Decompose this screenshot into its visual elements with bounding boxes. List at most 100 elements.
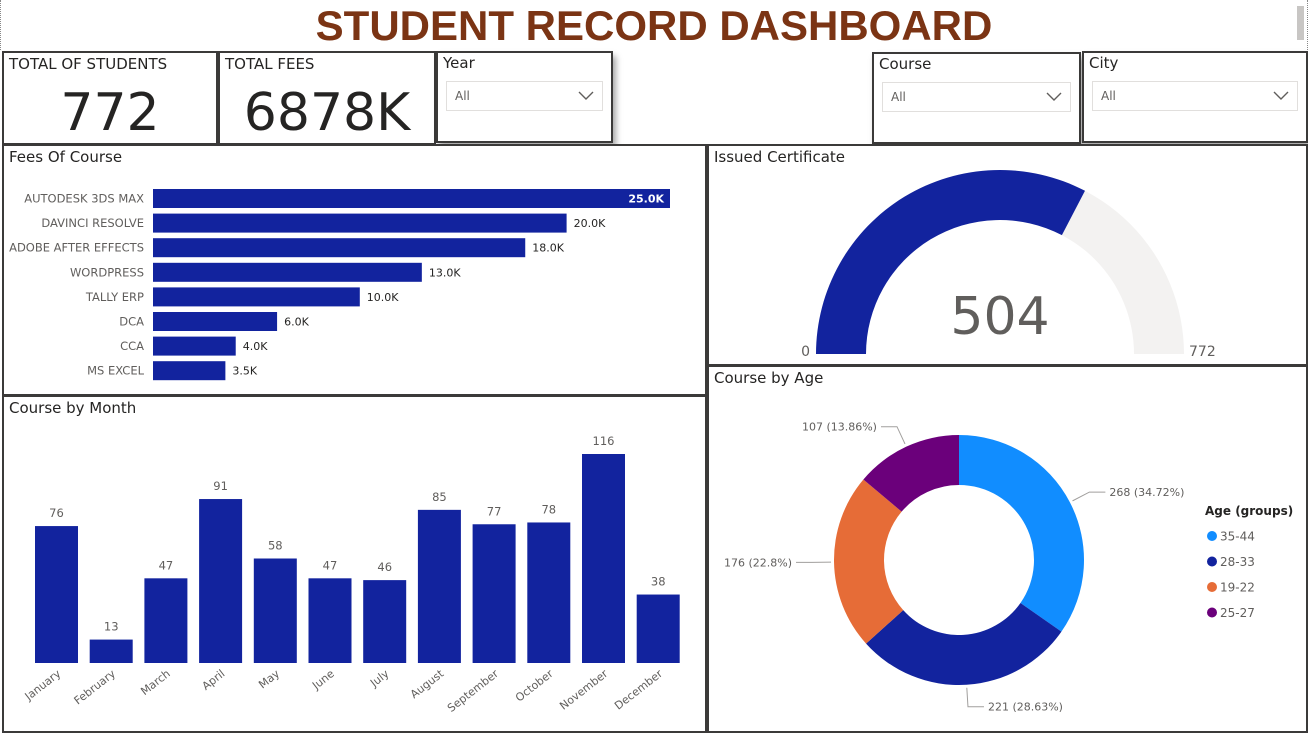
fees-data-label: 20.0K [574, 217, 606, 230]
fees-bar[interactable] [153, 287, 360, 307]
month-bar[interactable] [253, 558, 297, 664]
month-category-label: September [445, 667, 501, 715]
month-category-label: October [513, 667, 556, 705]
fees-bar[interactable] [153, 336, 236, 356]
month-category-label: January [22, 667, 64, 704]
month-data-label: 85 [432, 490, 447, 504]
chevron-down-icon [1046, 92, 1062, 101]
slicer-year-label: Year [443, 54, 475, 72]
month-bar[interactable] [636, 594, 680, 663]
month-data-label: 13 [104, 620, 119, 634]
fees-bar[interactable] [153, 262, 422, 282]
month-data-label: 91 [213, 479, 228, 493]
fees-bar[interactable] [153, 312, 278, 331]
certificate-gauge-card: Issued Certificate 504 0 772 [707, 144, 1308, 366]
fees-data-label: 18.0K [532, 242, 564, 255]
scrollbar[interactable] [1297, 6, 1304, 40]
year-dropdown-value: All [455, 89, 470, 103]
age-legend-item[interactable]: 35-44 [1220, 530, 1255, 544]
age-data-label: 107 (13.86%) [802, 421, 877, 434]
fees-category-label: AUTODESK 3DS MAX [24, 192, 144, 206]
month-data-label: 78 [541, 502, 556, 516]
fees-category-label: MS EXCEL [87, 364, 144, 378]
course-dropdown-value: All [891, 90, 906, 104]
month-data-label: 116 [593, 434, 615, 448]
month-bar[interactable] [35, 526, 78, 663]
age-slice[interactable] [959, 435, 1084, 632]
kpi-students-value: 772 [60, 83, 160, 143]
month-category-label: July [367, 667, 392, 690]
kpi-card-fees: TOTAL FEES 6878K [218, 51, 436, 145]
month-bar[interactable] [199, 499, 243, 663]
month-category-label: June [309, 667, 337, 693]
city-dropdown[interactable]: All [1092, 81, 1298, 111]
chevron-down-icon [578, 91, 594, 100]
month-bar[interactable] [417, 509, 461, 663]
age-legend-marker [1207, 607, 1217, 618]
slicer-city: City All [1082, 51, 1308, 143]
month-bar[interactable] [89, 639, 133, 663]
age-legend-item[interactable]: 25-27 [1220, 606, 1255, 620]
month-data-label: 46 [377, 560, 392, 574]
age-legend-item[interactable]: 19-22 [1220, 581, 1255, 595]
age-legend-marker [1207, 531, 1217, 541]
age-leader-line [966, 687, 984, 708]
page-title: STUDENT RECORD DASHBOARD [0, 0, 1308, 50]
kpi-fees-label: TOTAL FEES [225, 55, 315, 73]
kpi-students-label: TOTAL OF STUDENTS [9, 55, 168, 73]
month-category-label: August [408, 667, 447, 701]
month-data-label: 58 [268, 539, 283, 553]
slicer-year: Year All [436, 51, 613, 143]
month-category-label: May [256, 667, 282, 692]
fees-category-label: DAVINCI RESOLVE [41, 216, 144, 230]
fees-category-label: CCA [120, 339, 144, 353]
month-category-label: March [138, 667, 172, 698]
slicer-course-label: Course [879, 55, 932, 73]
gauge-value-label: 504 [950, 287, 1049, 347]
fees-bar[interactable] [153, 189, 670, 208]
fees-chart: AUTODESK 3DS MAX 25.0K DAVINCI RESOLVE 20.0… [9, 189, 670, 381]
fees-bar[interactable] [153, 213, 567, 233]
fees-data-label: 6.0K [284, 316, 309, 329]
fees-data-label: 25.0K [628, 193, 664, 206]
age-legend-marker [1207, 582, 1217, 592]
age-chart: 268 (34.72%) 221 (28.63%) 176 (22.8%) 107 (… [724, 421, 1293, 714]
age-data-label: 221 (28.63%) [988, 701, 1063, 714]
age-legend-marker [1207, 556, 1217, 567]
age-leader-line [1072, 491, 1106, 502]
fees-category-label: ADOBE AFTER EFFECTS [9, 241, 144, 255]
gauge-max-label: 772 [1189, 344, 1216, 360]
month-data-label: 38 [651, 575, 666, 589]
fees-bar[interactable] [153, 361, 226, 381]
city-dropdown-value: All [1101, 89, 1116, 103]
age-chart-card: Course by Age 268 (34.72%) 221 (28.63%) 17… [707, 365, 1308, 733]
month-category-label: February [72, 667, 119, 708]
month-data-label: 76 [49, 506, 64, 520]
age-data-label: 268 (34.72%) [1109, 486, 1184, 499]
slicer-city-label: City [1089, 54, 1119, 72]
course-dropdown[interactable]: All [882, 82, 1071, 112]
age-legend-title: Age (groups) [1205, 504, 1293, 518]
fees-data-label: 13.0K [429, 266, 461, 279]
gauge-min-label: 0 [801, 344, 810, 360]
kpi-fees-value: 6878K [243, 83, 411, 143]
month-data-label: 77 [487, 504, 502, 518]
month-category-label: April [200, 667, 228, 693]
month-category-label: November [557, 667, 610, 713]
month-bar[interactable] [363, 580, 407, 663]
fees-data-label: 10.0K [367, 291, 399, 304]
age-legend-item[interactable]: 28-33 [1220, 555, 1255, 569]
month-bar[interactable] [308, 578, 352, 663]
slicer-course: Course All [872, 52, 1081, 144]
age-data-label: 176 (22.8%) [724, 556, 792, 569]
year-dropdown[interactable]: All [446, 81, 603, 111]
month-bar[interactable] [527, 522, 571, 663]
month-bar[interactable] [582, 454, 625, 663]
month-bar[interactable] [472, 524, 516, 663]
fees-bar[interactable] [153, 238, 526, 258]
fees-category-label: WORDPRESS [70, 265, 144, 279]
month-data-label: 47 [323, 558, 338, 572]
fees-data-label: 3.5K [232, 365, 257, 378]
month-data-label: 47 [159, 558, 174, 572]
month-bar[interactable] [144, 578, 188, 663]
